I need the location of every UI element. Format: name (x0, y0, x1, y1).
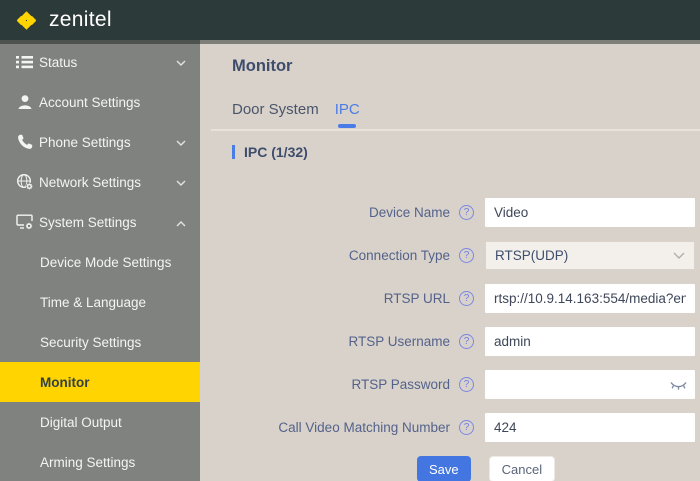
sidebar-item-security-settings[interactable]: Security Settings (0, 322, 200, 362)
sidebar-item-label: Network Settings (39, 175, 141, 190)
form-actions: Save Cancel (232, 456, 700, 481)
section-title: IPC (1/32) (244, 144, 308, 160)
status-list-icon (15, 53, 34, 72)
form-row-rtsp-username: RTSP Username (232, 327, 700, 356)
save-button[interactable]: Save (417, 456, 471, 481)
field-label: RTSP Password (232, 377, 450, 392)
eye-closed-icon[interactable] (670, 379, 687, 397)
help-icon[interactable] (459, 291, 474, 306)
brand-name: zenitel (49, 8, 112, 32)
main-content: Monitor Door System IPC IPC (1/32) Devic… (200, 40, 700, 481)
sidebar-item-label: Phone Settings (39, 135, 131, 150)
cancel-button[interactable]: Cancel (489, 456, 555, 481)
sidebar-item-label: System Settings (39, 215, 137, 230)
chevron-up-icon (176, 215, 186, 230)
section-accent-bar (232, 145, 235, 159)
help-icon[interactable] (459, 377, 474, 392)
tab-label: IPC (335, 101, 360, 118)
call-video-matching-number-input[interactable] (485, 413, 695, 442)
sidebar-item-label: Monitor (40, 375, 90, 390)
network-globe-gear-icon (15, 173, 34, 192)
help-icon[interactable] (459, 205, 474, 220)
tab-label: Door System (232, 101, 319, 118)
tab-ipc[interactable]: IPC (335, 101, 360, 128)
sidebar-item-label: Device Mode Settings (40, 255, 171, 270)
tab-bar: Door System IPC (232, 101, 700, 128)
connection-type-select[interactable]: RTSP(UDP) (485, 241, 695, 270)
field-label: RTSP Username (232, 334, 450, 349)
sidebar-item-account-settings[interactable]: Account Settings (0, 82, 200, 122)
sidebar-item-label: Arming Settings (40, 455, 135, 470)
field-label: Device Name (232, 205, 450, 220)
sidebar-item-status[interactable]: Status (0, 42, 200, 82)
chevron-down-icon (176, 135, 186, 150)
rtsp-password-input[interactable] (485, 370, 695, 399)
chevron-down-icon (673, 252, 685, 260)
sidebar-item-label: Digital Output (40, 415, 122, 430)
rtsp-username-input[interactable] (485, 327, 695, 356)
app-header: zenitel (0, 0, 700, 40)
sidebar-item-network-settings[interactable]: Network Settings (0, 162, 200, 202)
sidebar-item-arming-settings[interactable]: Arming Settings (0, 442, 200, 481)
form-row-rtsp-url: RTSP URL (232, 284, 700, 313)
help-icon[interactable] (459, 334, 474, 349)
sidebar-item-label: Status (39, 55, 77, 70)
form-row-call-video-matching-number: Call Video Matching Number (232, 413, 700, 442)
section-header: IPC (1/32) (232, 144, 700, 160)
chevron-down-icon (176, 175, 186, 190)
page-title: Monitor (232, 56, 700, 76)
sidebar-item-time-language[interactable]: Time & Language (0, 282, 200, 322)
device-name-input[interactable] (485, 198, 695, 227)
system-monitor-gear-icon (15, 213, 34, 232)
sidebar-item-system-settings[interactable]: System Settings (0, 202, 200, 242)
sidebar-item-label: Account Settings (39, 95, 140, 110)
sidebar-item-monitor[interactable]: Monitor (0, 362, 200, 402)
sidebar-item-label: Security Settings (40, 335, 141, 350)
help-icon[interactable] (459, 248, 474, 263)
form-row-rtsp-password: RTSP Password (232, 370, 700, 399)
ipc-form: Device Name Connection Type RTSP(UDP) RT… (232, 198, 700, 481)
tab-divider (211, 129, 700, 131)
sidebar-item-device-mode-settings[interactable]: Device Mode Settings (0, 242, 200, 282)
sidebar-item-digital-output[interactable]: Digital Output (0, 402, 200, 442)
sidebar-item-phone-settings[interactable]: Phone Settings (0, 122, 200, 162)
zenitel-logo-icon (13, 7, 40, 34)
rtsp-url-input[interactable] (485, 284, 695, 313)
phone-icon (15, 133, 34, 152)
user-icon (15, 93, 34, 112)
form-row-device-name: Device Name (232, 198, 700, 227)
field-label: Call Video Matching Number (232, 420, 450, 435)
field-label: RTSP URL (232, 291, 450, 306)
selected-option: RTSP(UDP) (495, 248, 568, 263)
sidebar-item-label: Time & Language (40, 295, 146, 310)
form-row-connection-type: Connection Type RTSP(UDP) (232, 241, 700, 270)
field-label: Connection Type (232, 248, 450, 263)
tab-underline (338, 124, 356, 128)
help-icon[interactable] (459, 420, 474, 435)
chevron-down-icon (176, 55, 186, 70)
sidebar-nav: Status Account Settings Phone Settings (0, 40, 200, 481)
tab-door-system[interactable]: Door System (232, 101, 319, 128)
